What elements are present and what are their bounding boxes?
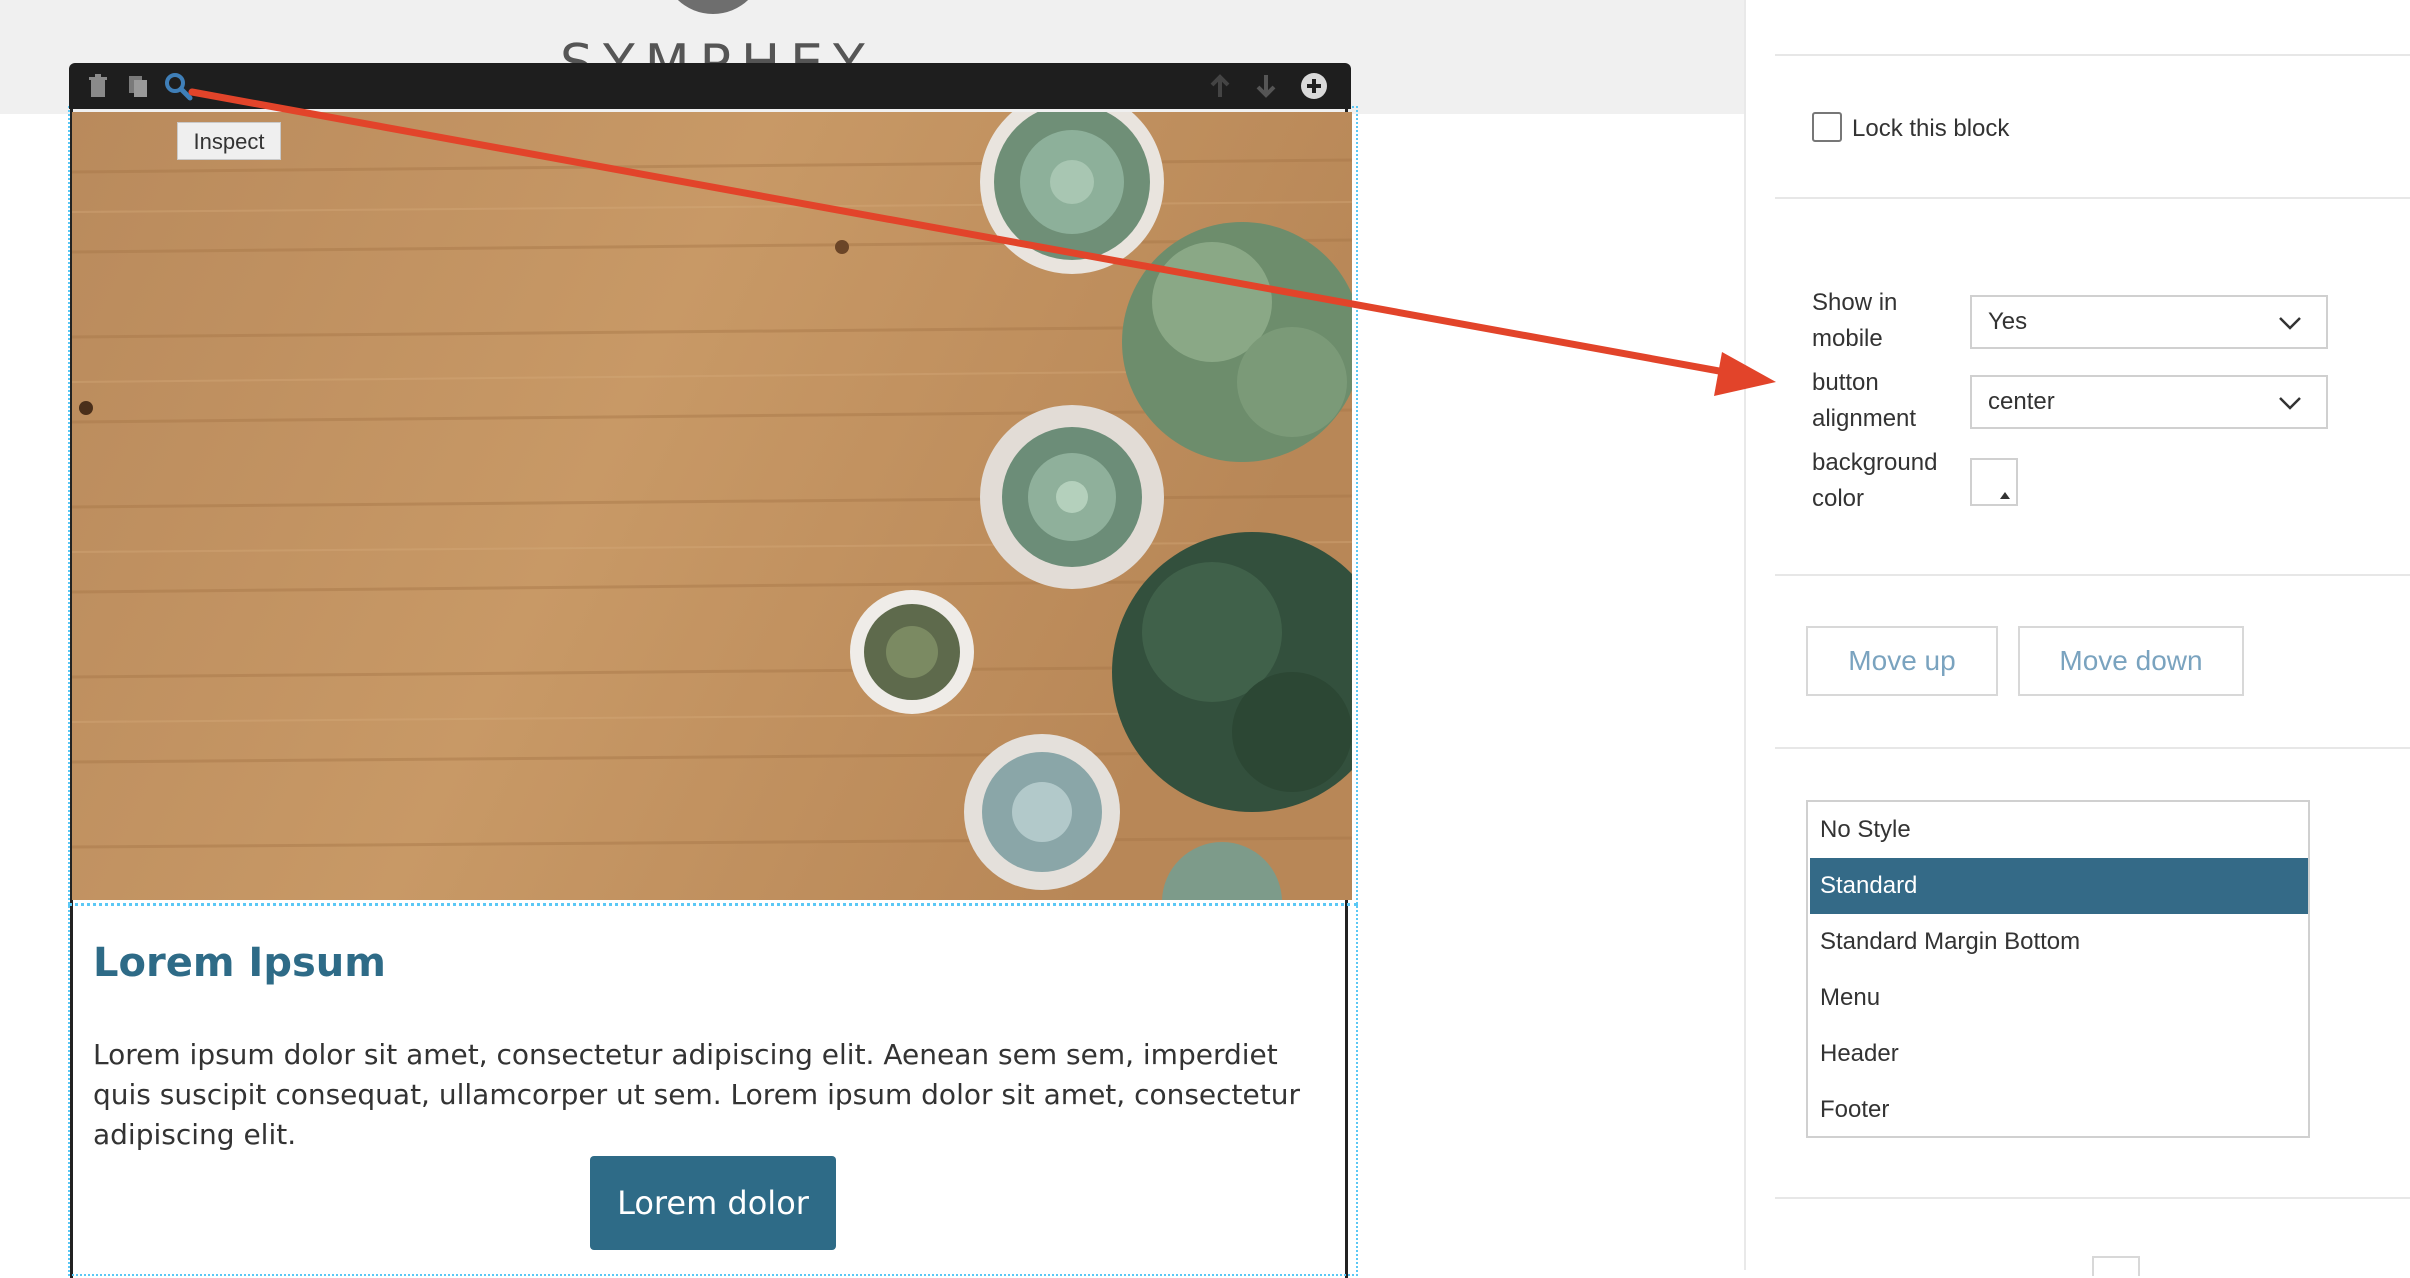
lock-label: Lock this block	[1852, 115, 2010, 142]
content-title[interactable]: Lorem Ipsum	[93, 940, 386, 986]
move-down-button[interactable]: Move down	[2018, 626, 2244, 696]
button-alignment-value: center	[1988, 388, 2055, 415]
chevron-down-icon	[2279, 317, 2301, 330]
content-body[interactable]: Lorem ipsum dolor sit amet, consectetur …	[93, 1035, 1333, 1155]
chevron-down-icon	[2279, 397, 2301, 410]
style-option-standard-margin-bottom[interactable]: Standard Margin Bottom	[1810, 914, 2308, 970]
style-list[interactable]: No Style Standard Standard Margin Bottom…	[1806, 800, 2310, 1138]
inspect-tooltip: Inspect	[177, 122, 281, 160]
move-up-button[interactable]: Move up	[1806, 626, 1998, 696]
search-icon[interactable]	[163, 71, 193, 101]
show-in-mobile-label-line1: Show in	[1812, 289, 1898, 316]
show-in-mobile-label-line2: mobile	[1812, 325, 1883, 352]
button-alignment-label-line2: alignment	[1812, 405, 1917, 432]
block-toolbar	[69, 63, 1351, 109]
show-in-mobile-select[interactable]: Yes	[1970, 295, 2328, 349]
show-in-mobile-value: Yes	[1988, 308, 2028, 335]
plus-circle-icon[interactable]	[1299, 71, 1329, 101]
divider	[1775, 574, 2410, 576]
style-option-menu[interactable]: Menu	[1810, 970, 2308, 1026]
panel-control-stub[interactable]	[2092, 1256, 2140, 1276]
divider	[1775, 1197, 2410, 1199]
divider	[1775, 747, 2410, 749]
caret-up-icon	[2000, 492, 2010, 499]
background-color-label-line2: color	[1812, 485, 1865, 512]
style-option-standard[interactable]: Standard	[1810, 858, 2308, 914]
arrow-up-icon[interactable]	[1205, 71, 1235, 101]
divider	[1775, 54, 2410, 56]
arrow-down-icon[interactable]	[1251, 71, 1281, 101]
style-option-no-style[interactable]: No Style	[1810, 802, 2308, 858]
background-color-picker[interactable]	[1970, 458, 2018, 506]
lock-checkbox[interactable]	[1812, 112, 1842, 142]
button-alignment-select[interactable]: center	[1970, 375, 2328, 429]
cta-button[interactable]: Lorem dolor	[590, 1156, 836, 1250]
style-option-footer[interactable]: Footer	[1810, 1082, 2308, 1138]
style-option-header[interactable]: Header	[1810, 1026, 2308, 1082]
background-color-label-line1: background	[1812, 449, 1938, 476]
button-alignment-label-line1: button	[1812, 369, 1879, 396]
image-separator	[68, 903, 1358, 906]
trash-icon[interactable]	[83, 71, 113, 101]
copy-icon[interactable]	[123, 71, 153, 101]
divider	[1775, 197, 2410, 199]
